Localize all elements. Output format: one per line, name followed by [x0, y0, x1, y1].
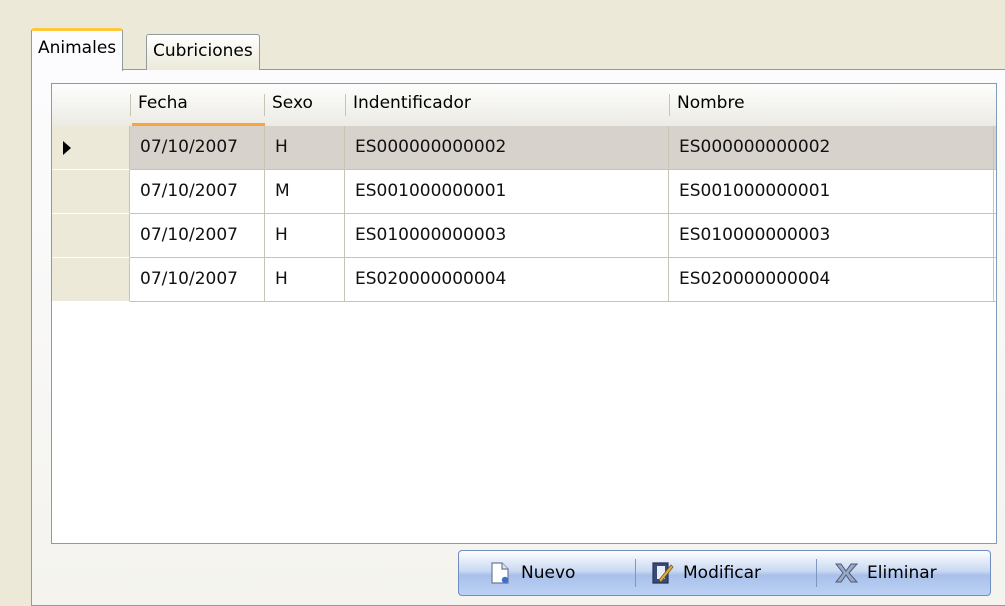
cell-fecha[interactable]: 07/10/2007 [130, 258, 265, 301]
cell-sexo[interactable]: H [265, 126, 345, 169]
cell-sexo[interactable]: H [265, 258, 345, 301]
cell-identificador[interactable]: ES010000000003 [345, 214, 669, 257]
nuevo-label: Nuevo [521, 563, 576, 583]
cell-fecha[interactable]: 07/10/2007 [130, 126, 265, 169]
cell-nombre[interactable]: ES010000000003 [669, 214, 994, 257]
table-row[interactable]: 07/10/2007 H ES020000000004 ES0200000000… [130, 258, 996, 302]
nuevo-button[interactable]: Nuevo [487, 551, 575, 595]
row-header[interactable] [52, 170, 130, 214]
tab-panel-animales: Fecha Sexo Indentificador Nombre 07/10/2… [31, 69, 1005, 606]
animals-grid: Fecha Sexo Indentificador Nombre 07/10/2… [51, 83, 997, 544]
delete-x-icon [834, 563, 859, 583]
eliminar-label: Eliminar [867, 563, 937, 583]
row-header-corner [52, 84, 130, 126]
modificar-button[interactable]: Modificar [649, 551, 761, 595]
table-row[interactable]: 07/10/2007 H ES000000000002 ES0000000000… [130, 126, 996, 170]
column-header-nombre[interactable]: Nombre [671, 84, 994, 126]
cell-identificador[interactable]: ES000000000002 [345, 126, 669, 169]
cell-nombre[interactable]: ES020000000004 [669, 258, 994, 301]
modificar-label: Modificar [683, 563, 762, 583]
cell-sexo[interactable]: M [265, 170, 345, 213]
tab-cubriciones[interactable]: Cubriciones [146, 34, 260, 70]
table-row[interactable]: 07/10/2007 M ES001000000001 ES0010000000… [130, 170, 996, 214]
cell-sexo[interactable]: H [265, 214, 345, 257]
cell-nombre[interactable]: ES000000000002 [669, 126, 994, 169]
column-header-fecha[interactable]: Fecha [132, 84, 265, 126]
cell-identificador[interactable]: ES020000000004 [345, 258, 669, 301]
table-row[interactable]: 07/10/2007 H ES010000000003 ES0100000000… [130, 214, 996, 258]
row-header[interactable] [52, 258, 130, 302]
toolbar-separator [635, 559, 636, 587]
cell-nombre[interactable]: ES001000000001 [669, 170, 994, 213]
row-header-selected[interactable] [52, 126, 130, 170]
column-header-identificador[interactable]: Indentificador [347, 84, 670, 126]
tab-animales[interactable]: Animales [31, 28, 124, 71]
column-header-sexo[interactable]: Sexo [266, 84, 346, 126]
cell-fecha[interactable]: 07/10/2007 [130, 214, 265, 257]
action-toolbar: Nuevo Modificar Eliminar [458, 550, 991, 596]
edit-document-icon [652, 562, 674, 584]
new-document-icon [491, 562, 509, 584]
row-header[interactable] [52, 214, 130, 258]
toolbar-separator [816, 559, 817, 587]
cell-identificador[interactable]: ES001000000001 [345, 170, 669, 213]
grid-header: Fecha Sexo Indentificador Nombre [52, 84, 996, 127]
cell-fecha[interactable]: 07/10/2007 [130, 170, 265, 213]
eliminar-button[interactable]: Eliminar [833, 551, 937, 595]
current-row-arrow-icon [63, 141, 71, 155]
